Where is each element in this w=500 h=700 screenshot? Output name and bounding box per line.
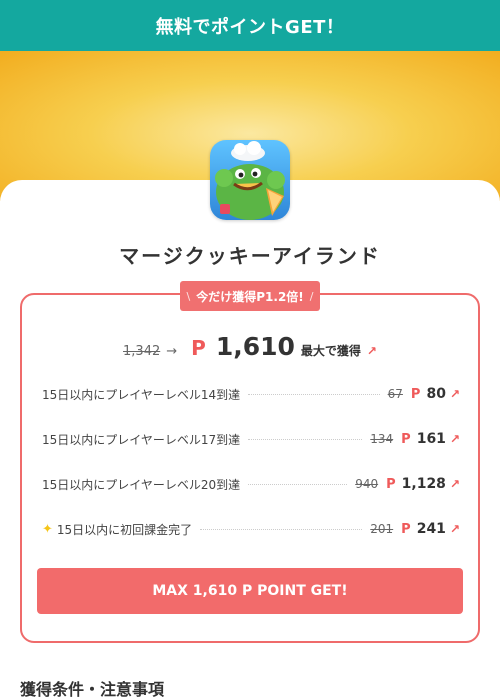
dotted-leader (248, 483, 348, 485)
reward-value: 1,128 (401, 476, 446, 492)
reward-label: 15日以内に初回課金完了 (56, 522, 193, 537)
section-title: 獲得条件・注意事項 (20, 680, 165, 699)
up-arrow-icon: ↗ (449, 387, 460, 401)
total-currency: P (191, 336, 206, 360)
promo-left-mark: \ (186, 289, 191, 303)
up-arrow-icon: ↗ (449, 522, 460, 536)
reward-row: 15日以内にプレイヤーレベル14到達 67 P 80 ↗ (42, 384, 460, 404)
point-get-button-label: MAX 1,610 P POINT GET! (152, 583, 348, 599)
promo-text: 今だけ獲得P1.2倍! (196, 289, 304, 304)
promo-right-mark: / (309, 289, 314, 303)
reward-row: 15日以内にプレイヤーレベル17到達 134 P 161 ↗ (42, 429, 460, 449)
reward-row: ✦ 15日以内に初回課金完了 201 P 241 ↗ (42, 519, 460, 539)
reward-label-with-icon: ✦ 15日以内に初回課金完了 (42, 521, 192, 538)
app-icon (210, 140, 290, 220)
up-arrow-icon: ↗ (449, 477, 460, 491)
reward-value: 80 (426, 386, 446, 402)
reward-row: 15日以内にプレイヤーレベル20到達 940 P 1,128 ↗ (42, 474, 460, 494)
header-title: 無料でポイントGET！ (155, 16, 345, 38)
reward-label: 15日以内にプレイヤーレベル20到達 (42, 477, 241, 492)
point-get-button[interactable]: MAX 1,610 P POINT GET! (37, 568, 463, 614)
sparkle-icon: ✦ (42, 521, 53, 537)
up-arrow-icon: ↗ (366, 344, 377, 358)
right-arrow-icon: → (166, 344, 178, 359)
reward-currency: P (410, 386, 421, 402)
page-header: 無料でポイントGET！ (0, 0, 500, 51)
total-old-value: 1,342 (123, 344, 161, 359)
up-arrow-icon: ↗ (449, 432, 460, 446)
reward-old-value: 201 (370, 522, 394, 536)
total-suffix: 最大で獲得 (300, 344, 361, 358)
reward-value: 241 (416, 521, 446, 537)
reward-currency: P (401, 431, 411, 447)
reward-currency: P (386, 476, 396, 492)
reward-old-value: 67 (387, 387, 403, 401)
reward-old-value: 134 (370, 432, 394, 446)
reward-value: 161 (416, 431, 446, 447)
app-title: マージクッキーアイランド (119, 244, 381, 268)
reward-old-value: 940 (355, 477, 379, 491)
cookie-island-app-icon (210, 140, 290, 220)
reward-label: 15日以内にプレイヤーレベル14到達 (42, 387, 241, 402)
total-points: 1,342 → P 1,610 最大で獲得 ↗ (0, 332, 500, 366)
dotted-leader (248, 393, 380, 395)
promo-badge: \ 今だけ獲得P1.2倍! / (180, 281, 320, 311)
dotted-leader (248, 438, 363, 440)
dotted-leader (200, 528, 363, 530)
reward-currency: P (401, 521, 411, 537)
total-value: 1,610 (215, 332, 295, 361)
reward-label: 15日以内にプレイヤーレベル17到達 (42, 432, 241, 447)
